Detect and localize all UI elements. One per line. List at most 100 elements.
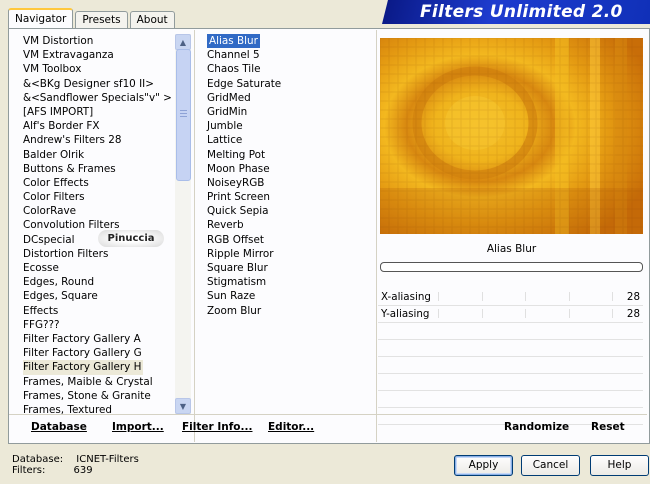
parameter-row — [378, 374, 643, 391]
category-item[interactable]: Color Filters — [21, 190, 173, 204]
category-label: Filter Factory Gallery G — [23, 347, 142, 360]
category-label: Distortion Filters — [23, 247, 109, 260]
category-item[interactable]: Edges, Round — [21, 275, 173, 289]
database-button[interactable]: Database — [31, 421, 87, 433]
category-label: Color Filters — [23, 191, 85, 204]
category-item[interactable]: VM Distortion — [21, 34, 173, 48]
category-item[interactable]: Alf's Border FX — [21, 119, 173, 133]
filter-info-button[interactable]: Filter Info... — [182, 421, 252, 433]
filter-label: Stigmatism — [207, 276, 267, 289]
filter-item[interactable]: Alias Blur — [205, 34, 375, 49]
category-item[interactable]: Filter Factory Gallery G — [21, 346, 173, 360]
category-item[interactable]: Frames, Maible & Crystal — [21, 375, 173, 389]
filter-item[interactable]: Square Blur — [205, 261, 375, 275]
category-item[interactable]: [AFS IMPORT] — [21, 105, 173, 119]
filter-label: Melting Pot — [207, 148, 266, 161]
scroll-thumb[interactable] — [176, 49, 191, 181]
category-label: Effects — [23, 304, 59, 317]
reset-button[interactable]: Reset — [591, 421, 625, 433]
category-item[interactable]: VM Toolbox — [21, 62, 173, 76]
category-item[interactable]: ColorRave — [21, 204, 173, 218]
filter-item[interactable]: Sun Raze — [205, 289, 375, 303]
category-item[interactable]: Effects — [21, 304, 173, 318]
parameter-row[interactable]: X-aliasing 28 — [378, 289, 643, 306]
category-item[interactable]: Ecosse — [21, 261, 173, 275]
filter-label: Quick Sepia — [207, 205, 269, 218]
category-item[interactable]: Frames, Textured — [21, 403, 173, 414]
filter-label: NoiseyRGB — [207, 176, 265, 189]
category-item[interactable]: Balder Olrik — [21, 148, 173, 162]
filter-label: Moon Phase — [207, 162, 270, 175]
filter-item[interactable]: Zoom Blur — [205, 304, 375, 318]
filter-item[interactable]: NoiseyRGB — [205, 176, 375, 190]
category-item[interactable]: &<BKg Designer sf10 II> — [21, 77, 173, 91]
category-label: Balder Olrik — [23, 148, 85, 161]
filter-item[interactable]: Print Screen — [205, 190, 375, 204]
category-label: Edges, Square — [23, 290, 98, 303]
filter-label: Alias Blur — [207, 34, 260, 49]
filter-item[interactable]: Stigmatism — [205, 275, 375, 289]
filter-item[interactable]: Channel 5 — [205, 48, 375, 62]
parameter-slider[interactable] — [438, 292, 613, 301]
filter-item[interactable]: Chaos Tile — [205, 62, 375, 76]
scroll-down-button[interactable]: ▼ — [175, 398, 191, 414]
filters-count: 639 — [73, 465, 93, 476]
filter-item[interactable]: Quick Sepia — [205, 204, 375, 218]
parameter-slider[interactable] — [438, 309, 613, 318]
category-label: Filter Factory Gallery H — [23, 360, 144, 375]
editor-button[interactable]: Editor... — [268, 421, 314, 433]
cancel-button[interactable]: Cancel — [521, 455, 580, 476]
apply-button[interactable]: Apply — [454, 455, 513, 476]
category-item[interactable]: FFG??? — [21, 318, 173, 332]
editor-label: Editor... — [268, 421, 315, 433]
category-item[interactable]: Color Effects — [21, 176, 173, 190]
import-button[interactable]: Import... — [112, 421, 164, 433]
category-label: FFG??? — [23, 318, 60, 331]
filter-item[interactable]: GridMed — [205, 91, 375, 105]
tab-navigator[interactable]: Navigator — [8, 8, 74, 29]
category-list[interactable]: VM Distortion VM Extravaganza VM Toolbox &<… — [21, 34, 173, 414]
category-label: ColorRave — [23, 205, 77, 218]
tab-about[interactable]: About — [129, 11, 175, 28]
category-item[interactable]: VM Extravaganza — [21, 48, 173, 62]
category-item[interactable]: Filter Factory Gallery A — [21, 332, 173, 346]
parameter-row[interactable]: Y-aliasing 28 — [378, 306, 643, 323]
filter-item[interactable]: GridMin — [205, 105, 375, 119]
category-label: &<BKg Designer sf10 II> — [23, 77, 154, 90]
preview-filter-name: Alias Blur — [486, 243, 537, 255]
category-label: Andrew's Filters 28 — [23, 134, 122, 147]
category-item[interactable]: Filter Factory Gallery H — [21, 360, 173, 375]
filter-item[interactable]: Ripple Mirror — [205, 247, 375, 261]
filter-label: Reverb — [207, 219, 244, 232]
filter-info-label: Filter Info... — [182, 421, 253, 433]
tab-presets[interactable]: Presets — [75, 11, 128, 28]
filter-item[interactable]: Reverb — [205, 218, 375, 232]
randomize-button[interactable]: Randomize — [504, 421, 569, 433]
category-label: &<Sandflower Specials"v" > — [23, 91, 172, 104]
category-item[interactable]: Distortion Filters — [21, 247, 173, 261]
filter-item[interactable]: Jumble — [205, 119, 375, 133]
parameter-name: X-aliasing — [381, 291, 431, 303]
database-status-label: Database: — [12, 454, 64, 465]
filter-label: GridMed — [207, 91, 251, 104]
category-item[interactable]: Frames, Stone & Granite — [21, 389, 173, 403]
category-item[interactable]: Buttons & Frames — [21, 162, 173, 176]
parameter-list: X-aliasing 28 Y-aliasing 28 — [378, 289, 643, 425]
filter-item[interactable]: Edge Saturate — [205, 77, 375, 91]
category-item[interactable]: &<Sandflower Specials"v" > — [21, 91, 173, 105]
filter-item[interactable]: RGB Offset — [205, 233, 375, 247]
watermark-text: Pinuccia — [107, 233, 155, 244]
filter-item[interactable]: Melting Pot — [205, 148, 375, 162]
filter-list[interactable]: Alias Blur Channel 5 Chaos Tile Edge Satura… — [205, 34, 375, 414]
help-button[interactable]: Help — [590, 455, 649, 476]
filter-label: RGB Offset — [207, 233, 264, 246]
parameter-value: 28 — [626, 308, 640, 320]
category-item[interactable]: Andrew's Filters 28 — [21, 133, 173, 147]
parameter-row — [378, 323, 643, 340]
category-item[interactable]: Edges, Square — [21, 289, 173, 303]
filter-item[interactable]: Moon Phase — [205, 162, 375, 176]
category-label: [AFS IMPORT] — [23, 105, 94, 118]
filter-item[interactable]: Lattice — [205, 133, 375, 147]
filter-label: Channel 5 — [207, 49, 260, 62]
scroll-up-button[interactable]: ▲ — [175, 34, 191, 50]
